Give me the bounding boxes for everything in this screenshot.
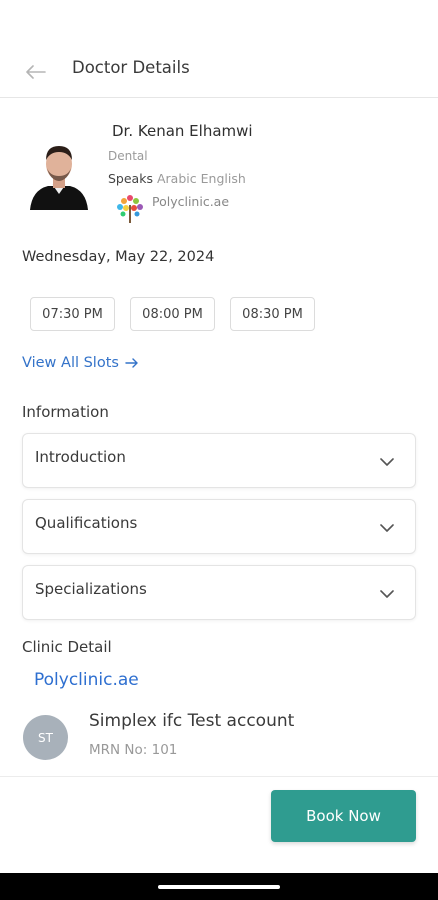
accordion-qualifications[interactable]: Qualifications xyxy=(22,499,416,554)
book-now-button[interactable]: Book Now xyxy=(271,790,416,842)
clinic-link[interactable]: Polyclinic.ae xyxy=(34,670,139,690)
arrow-right-icon xyxy=(125,358,138,368)
language-item: English xyxy=(200,171,246,186)
chevron-down-icon xyxy=(380,590,394,598)
app-header: Doctor Details xyxy=(0,0,438,98)
accordion-specializations[interactable]: Specializations xyxy=(22,565,416,620)
language-item: Arabic xyxy=(156,171,197,186)
speaks-label: Speaks xyxy=(108,171,153,186)
clinic-logo-icon xyxy=(117,195,143,223)
doctor-name: Dr. Kenan Elhamwi xyxy=(112,122,253,140)
chevron-down-icon xyxy=(380,458,394,466)
arrow-left-icon xyxy=(26,65,46,79)
accordion-title: Introduction xyxy=(35,448,126,466)
information-heading: Information xyxy=(22,403,109,421)
time-slot-button[interactable]: 08:30 PM xyxy=(230,297,315,331)
doctor-clinic-name: Polyclinic.ae xyxy=(152,194,230,209)
accordion-introduction[interactable]: Introduction xyxy=(22,433,416,488)
doctor-languages: Speaks Arabic English xyxy=(108,171,246,186)
patient-name: Simplex ifc Test account xyxy=(89,711,295,731)
doctor-photo xyxy=(30,146,88,210)
doctor-department: Dental xyxy=(108,149,148,163)
chevron-down-icon xyxy=(380,524,394,532)
clinic-detail-heading: Clinic Detail xyxy=(22,638,112,656)
time-slot-button[interactable]: 08:00 PM xyxy=(130,297,215,331)
back-button[interactable] xyxy=(22,58,50,86)
patient-mrn: MRN No: 101 xyxy=(89,742,178,758)
view-all-slots-link[interactable]: View All Slots xyxy=(22,355,139,371)
home-indicator[interactable] xyxy=(158,885,280,889)
page-title: Doctor Details xyxy=(72,58,190,77)
accordion-title: Qualifications xyxy=(35,514,138,532)
schedule-date: Wednesday, May 22, 2024 xyxy=(22,249,215,265)
view-all-slots-label: View All Slots xyxy=(22,355,119,371)
time-slots: 07:30 PM 08:00 PM 08:30 PM xyxy=(30,297,315,331)
accordion-title: Specializations xyxy=(35,580,147,598)
patient-avatar: ST xyxy=(23,715,68,760)
time-slot-button[interactable]: 07:30 PM xyxy=(30,297,115,331)
